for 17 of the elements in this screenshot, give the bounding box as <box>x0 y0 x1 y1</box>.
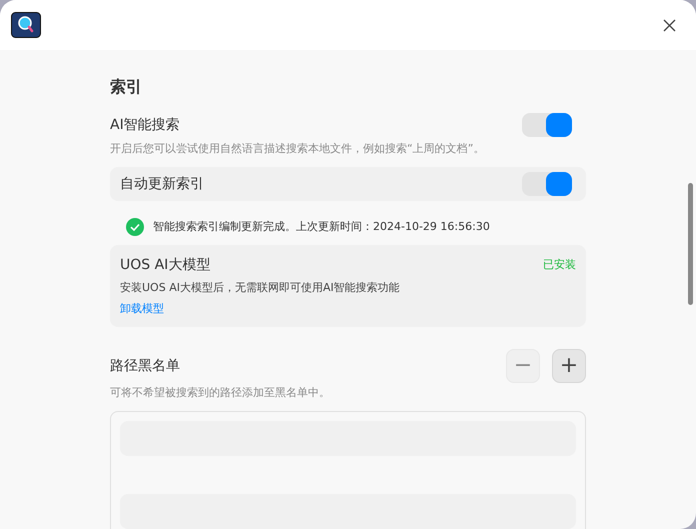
ai-search-toggle[interactable] <box>522 113 572 137</box>
setting-label: 自动更新索引 <box>120 174 204 194</box>
uninstall-model-link[interactable]: 卸载模型 <box>120 300 164 317</box>
model-title: UOS AI大模型 <box>120 256 210 275</box>
installed-status: 已安装 <box>543 257 576 274</box>
close-icon <box>662 18 676 32</box>
blacklist-description: 可将不希望被搜索到的路径添加至黑名单中。 <box>110 385 331 401</box>
index-status-text: 智能搜索索引编制更新完成。上次更新时间：2024-10-29 16:56:30 <box>153 218 490 235</box>
blacklist-title: 路径黑名单 <box>110 356 180 376</box>
app-search-icon <box>11 12 41 38</box>
model-description: 安装UOS AI大模型后，无需联网即可使用AI智能搜索功能 <box>120 280 401 296</box>
section-title: 索引 <box>110 76 143 98</box>
auto-update-toggle[interactable] <box>522 172 572 196</box>
setting-description: 开启后您可以尝试使用自然语言描述搜索本地文件，例如搜索“上周的文档”。 <box>110 141 486 157</box>
setting-label: AI智能搜索 <box>110 116 180 134</box>
add-button[interactable]: + <box>552 349 586 383</box>
check-circle-icon <box>126 218 144 236</box>
